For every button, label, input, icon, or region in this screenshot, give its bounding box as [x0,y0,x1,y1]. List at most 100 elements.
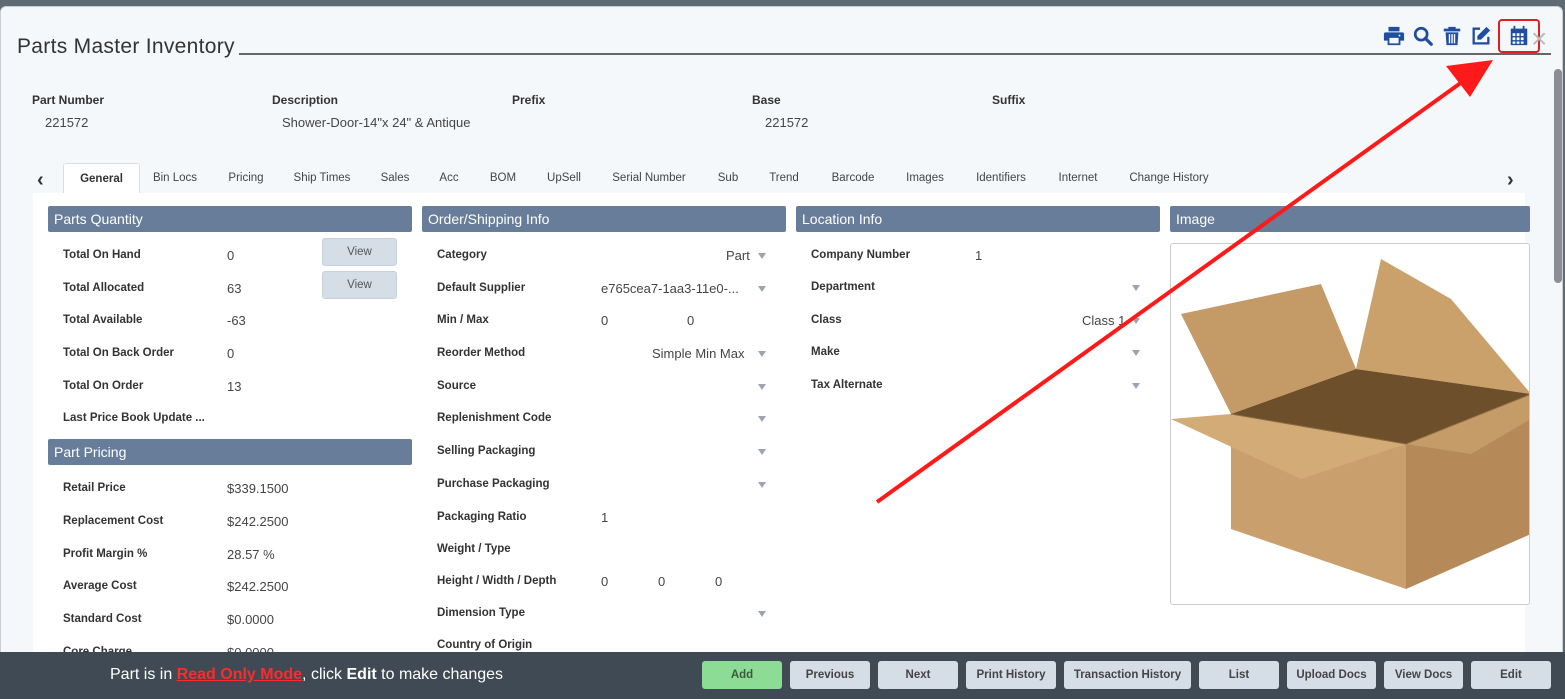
default-supplier-dropdown-icon[interactable] [758,286,766,292]
total-back-order-value: 0 [227,346,235,361]
msg-edit: Edit [346,666,377,683]
tab-sub[interactable]: Sub [713,163,743,194]
tab-serial-number[interactable]: Serial Number [609,163,689,194]
order-shipping-header: Order/Shipping Info [422,206,786,232]
reorder-method-dropdown-icon[interactable] [758,351,766,357]
min-field[interactable]: 0 [601,313,608,328]
tab-trend[interactable]: Trend [764,163,804,194]
toolbar [1379,19,1540,53]
tab-ship-times[interactable]: Ship Times [289,163,355,194]
tab-pricing[interactable]: Pricing [221,163,271,194]
view-allocated-button[interactable]: View [322,271,397,299]
selling-packaging-dropdown-icon[interactable] [758,449,766,455]
dimension-type-dropdown-icon[interactable] [758,611,766,617]
print-button[interactable] [1379,21,1408,51]
category-select[interactable]: Part [726,248,750,263]
part-number-label: Part Number [32,93,105,107]
tab-general[interactable]: General [63,163,140,194]
tab-sales[interactable]: Sales [375,163,415,194]
suffix-label: Suffix [992,93,1026,107]
company-number-value[interactable]: 1 [975,248,982,263]
tab-bin-locs[interactable]: Bin Locs [146,163,204,194]
height-field[interactable]: 0 [601,574,608,589]
edit-button[interactable] [1466,21,1495,51]
part-number-value[interactable]: 221572 [45,115,88,130]
list-button[interactable]: List [1199,661,1279,689]
replacement-cost-label: Replacement Cost [63,515,164,527]
edit-footer-button[interactable]: Edit [1471,661,1551,689]
tab-internet[interactable]: Internet [1053,163,1103,194]
department-label: Department [811,281,875,293]
category-dropdown-icon[interactable] [758,253,766,259]
transaction-history-button[interactable]: Transaction History [1064,661,1191,689]
total-on-hand-value: 0 [227,248,235,263]
purchase-packaging-label: Purchase Packaging [437,478,550,490]
print-icon [1383,26,1404,46]
tab-bom[interactable]: BOM [485,163,521,194]
packaging-ratio-label: Packaging Ratio [437,511,527,523]
make-label: Make [811,346,840,358]
msg-prefix: Part is in [110,666,177,683]
max-field[interactable]: 0 [687,313,694,328]
previous-button[interactable]: Previous [790,661,870,689]
width-field[interactable]: 0 [658,574,665,589]
parts-quantity-header: Parts Quantity [48,206,412,232]
hwd-label: Height / Width / Depth [437,575,557,587]
read-only-mode-link[interactable]: Read Only Mode [177,666,302,683]
delete-button[interactable] [1437,21,1466,51]
close-icon[interactable]: × [1531,25,1547,53]
tab-bar: ‹ General Bin Locs Pricing Ship Times Sa… [31,163,1531,194]
upload-docs-button[interactable]: Upload Docs [1287,661,1376,689]
retail-price-label: Retail Price [63,482,126,494]
base-value[interactable]: 221572 [765,115,808,130]
purchase-packaging-dropdown-icon[interactable] [758,482,766,488]
scrollbar[interactable] [1554,69,1562,283]
tab-upsell[interactable]: UpSell [541,163,587,194]
standard-cost-label: Standard Cost [63,613,142,625]
msg-mid: , click [302,666,347,683]
make-dropdown-icon[interactable] [1132,350,1140,356]
view-docs-button[interactable]: View Docs [1384,661,1463,689]
replenishment-code-dropdown-icon[interactable] [758,416,766,422]
base-label: Base [752,93,781,107]
source-dropdown-icon[interactable] [758,384,766,390]
packaging-ratio-value[interactable]: 1 [601,510,608,525]
tax-alternate-dropdown-icon[interactable] [1132,383,1140,389]
tab-scroll-left-icon[interactable]: ‹ [37,169,44,192]
tab-scroll-right-icon[interactable]: › [1507,169,1514,192]
dimension-type-label: Dimension Type [437,607,525,619]
description-value[interactable]: Shower-Door-14"x 24" & Antique [282,115,482,130]
class-label: Class [811,314,842,326]
class-select[interactable]: Class 1 [1082,313,1125,328]
reorder-method-select[interactable]: Simple Min Max [652,346,744,361]
search-button[interactable] [1408,21,1437,51]
replacement-cost-value: $242.2500 [227,514,289,529]
tab-change-history[interactable]: Change History [1127,163,1211,194]
standard-cost-value: $0.0000 [227,612,274,627]
tab-acc[interactable]: Acc [434,163,464,194]
msg-suffix: to make changes [376,666,504,683]
next-button[interactable]: Next [878,661,958,689]
selling-packaging-label: Selling Packaging [437,445,536,457]
depth-field[interactable]: 0 [715,574,722,589]
calendar-icon [1510,25,1528,46]
tab-barcode[interactable]: Barcode [826,163,880,194]
average-cost-label: Average Cost [63,580,137,592]
tab-images[interactable]: Images [900,163,950,194]
part-image[interactable] [1170,243,1530,605]
search-icon [1413,26,1433,46]
tab-identifiers[interactable]: Identifiers [971,163,1031,194]
replenishment-code-label: Replenishment Code [437,412,552,424]
class-dropdown-icon[interactable] [1132,318,1140,324]
total-on-order-value: 13 [227,379,242,394]
department-dropdown-icon[interactable] [1132,285,1140,291]
last-price-book-update-label: Last Price Book Update ... [63,412,205,424]
prefix-label: Prefix [512,93,546,107]
total-back-order-label: Total On Back Order [63,347,174,359]
print-history-button[interactable]: Print History [966,661,1056,689]
view-on-hand-button[interactable]: View [322,238,397,266]
part-pricing-header: Part Pricing [48,439,412,465]
edit-icon [1472,26,1490,45]
add-button[interactable]: Add [702,661,782,689]
default-supplier-select[interactable]: e765cea7-1aa3-11e0-... [601,281,739,296]
